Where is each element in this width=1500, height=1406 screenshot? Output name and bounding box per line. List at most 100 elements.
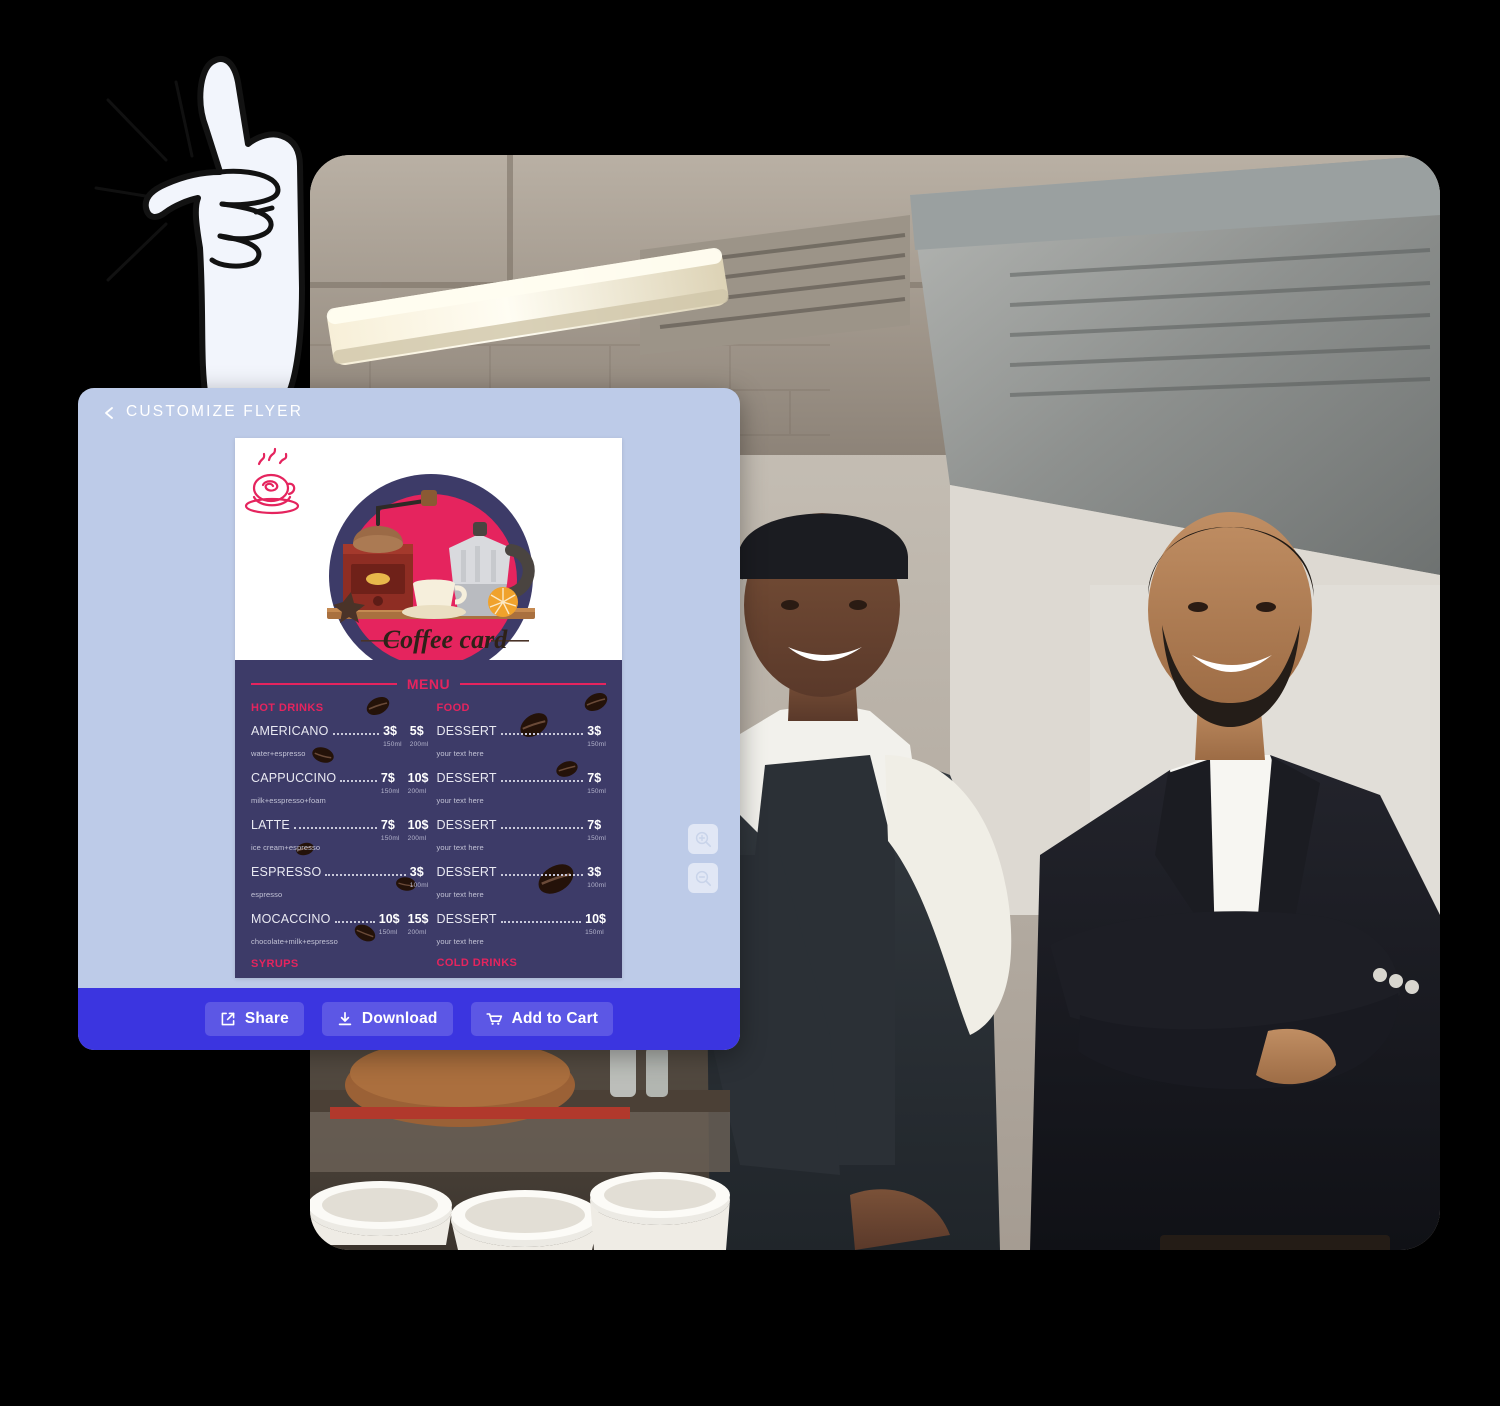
svg-text:Coffee card: Coffee card bbox=[383, 625, 508, 654]
action-bar: Share Download Add to Cart bbox=[78, 988, 740, 1050]
foreground-counter bbox=[310, 1035, 730, 1250]
item-price: 3$ bbox=[409, 865, 424, 879]
item-name: DESSERT bbox=[436, 724, 497, 738]
customize-flyer-panel: CUSTOMIZE FLYER Coffee card MENU HOT DRI… bbox=[78, 388, 740, 1050]
item-name: LATTE bbox=[251, 818, 290, 832]
zoom-out-button[interactable] bbox=[688, 863, 718, 893]
item-price: 7$ bbox=[380, 771, 395, 785]
item-price: 10$ bbox=[378, 912, 400, 926]
download-button[interactable]: Download bbox=[321, 1002, 453, 1036]
add-to-cart-button[interactable]: Add to Cart bbox=[470, 1002, 614, 1036]
flyer-preview[interactable]: Coffee card MENU HOT DRINKS AMERICANO 3$… bbox=[235, 438, 622, 978]
item-subtitle: your text here bbox=[436, 937, 484, 946]
download-button-label: Download bbox=[361, 1010, 438, 1027]
menu-rule-right bbox=[460, 683, 607, 685]
menu-rule-left bbox=[251, 683, 397, 685]
spacer bbox=[515, 976, 527, 978]
download-icon bbox=[338, 1011, 352, 1026]
menu-title: MENU bbox=[406, 676, 451, 692]
menu-item: AMERICANO 3$ 150ml 5$ 200ml water+espresso bbox=[251, 722, 429, 758]
section-heading-syrups: SYRUPS bbox=[251, 958, 299, 970]
zoom-in-button[interactable] bbox=[688, 824, 718, 854]
menu-item: DESSERT 7$ 150ml your text here bbox=[437, 769, 607, 805]
zoom-controls bbox=[688, 824, 718, 893]
item-subtitle: your text here bbox=[436, 796, 484, 805]
cold-item-price: 3$ bbox=[589, 976, 604, 978]
item-subtitle: your text here bbox=[436, 843, 484, 852]
leader-dots bbox=[293, 825, 377, 829]
item-volume: 150ml bbox=[587, 788, 606, 795]
section-heading-cold-drinks: COLD DRINKS bbox=[436, 957, 518, 969]
panel-header: CUSTOMIZE FLYER bbox=[78, 388, 740, 436]
magnifier-plus-icon bbox=[695, 831, 711, 847]
item-name: DESSERT bbox=[436, 818, 497, 832]
item-name: DESSERT bbox=[436, 771, 497, 785]
pointing-hand-doodle-icon bbox=[88, 48, 338, 398]
leader-dots bbox=[500, 919, 582, 923]
menu-item: MOCACCINO 10$ 150ml 15$ 200ml chocolate+mi… bbox=[251, 910, 429, 946]
leader-dots bbox=[500, 731, 584, 735]
item-volume: 150ml bbox=[383, 741, 402, 748]
cold-item-name: BLACK TEA bbox=[439, 976, 497, 978]
cold-item-name: SODA bbox=[529, 976, 587, 978]
share-button[interactable]: Share bbox=[204, 1002, 304, 1036]
item-volume: 200ml bbox=[407, 929, 427, 936]
menu-title-row: MENU bbox=[251, 676, 607, 692]
item-price: 7$ bbox=[380, 818, 395, 832]
leader-dots bbox=[325, 872, 406, 876]
item-price: 3$ bbox=[383, 724, 397, 738]
item-price: 10$ bbox=[407, 771, 429, 785]
item-volume: 150ml bbox=[380, 835, 400, 842]
item-volume: 150ml bbox=[378, 929, 398, 936]
item-name: DESSERT bbox=[436, 865, 497, 879]
magnifier-minus-icon bbox=[695, 870, 711, 886]
item-price: 3$ bbox=[587, 865, 602, 879]
item-name: ESPRESSO bbox=[251, 865, 322, 879]
item-subtitle: milk+esspresso+foam bbox=[251, 796, 326, 805]
menu-item: DESSERT 3$ 100ml your text here bbox=[437, 863, 607, 899]
leader-dots bbox=[500, 872, 584, 876]
shopping-cart-icon bbox=[485, 1013, 502, 1025]
item-price: 3$ bbox=[587, 724, 602, 738]
item-subtitle: ice cream+espresso bbox=[251, 843, 321, 852]
coffee-card-illustration: Coffee card bbox=[235, 438, 622, 660]
table-row: BLACK TEA 3$ SODA 3$ bbox=[439, 976, 605, 978]
item-volume: 150ml bbox=[585, 929, 604, 936]
item-subtitle: your text here bbox=[436, 890, 484, 899]
item-subtitle: chocolate+milk+espresso bbox=[251, 937, 338, 946]
item-volume: 200ml bbox=[407, 835, 427, 842]
menu-columns: HOT DRINKS AMERICANO 3$ 150ml 5$ 200ml w… bbox=[251, 702, 606, 978]
chevron-left-icon[interactable] bbox=[102, 406, 116, 420]
item-subtitle: water+espresso bbox=[251, 749, 306, 758]
leader-dots bbox=[500, 825, 584, 829]
item-name: DESSERT bbox=[436, 912, 497, 926]
share-button-label: Share bbox=[244, 1010, 289, 1027]
item-price: 7$ bbox=[587, 818, 602, 832]
item-volume: 100ml bbox=[409, 882, 429, 889]
item-price: 5$ bbox=[409, 724, 424, 738]
item-subtitle: espresso bbox=[251, 890, 283, 899]
section-heading-hot-drinks: HOT DRINKS bbox=[251, 702, 324, 714]
item-volume: 150ml bbox=[380, 788, 400, 795]
item-volume: 100ml bbox=[587, 882, 606, 889]
item-name: AMERICANO bbox=[251, 724, 329, 738]
menu-item: CAPPUCCINO 7$ 150ml 10$ 200ml milk+esspres… bbox=[251, 769, 429, 805]
section-heading-food: FOOD bbox=[436, 702, 470, 714]
external-link-icon bbox=[221, 1012, 235, 1026]
item-volume: 200ml bbox=[409, 741, 429, 748]
menu-item: DESSERT 7$ 150ml your text here bbox=[437, 816, 607, 852]
item-volume: 150ml bbox=[587, 835, 606, 842]
item-volume: 200ml bbox=[407, 788, 427, 795]
item-price: 7$ bbox=[587, 771, 602, 785]
panel-body: Coffee card MENU HOT DRINKS AMERICANO 3$… bbox=[78, 436, 740, 978]
menu-column-left: HOT DRINKS AMERICANO 3$ 150ml 5$ 200ml w… bbox=[251, 702, 429, 978]
item-volume: 150ml bbox=[587, 741, 606, 748]
leader-dots bbox=[500, 778, 584, 782]
cold-drinks-table: BLACK TEA 3$ SODA 3$ GREEN TEA 3$ bbox=[437, 974, 607, 978]
item-name: MOCACCINO bbox=[251, 912, 331, 926]
item-subtitle: your text here bbox=[436, 749, 484, 758]
item-price: 10$ bbox=[585, 912, 606, 926]
leader-dots bbox=[334, 919, 375, 923]
screenshot-root: CUSTOMIZE FLYER Coffee card MENU HOT DRI… bbox=[0, 0, 1500, 1406]
menu-item: +SYRUP 1$ chocolate, mint, coconut, vani… bbox=[251, 977, 429, 978]
